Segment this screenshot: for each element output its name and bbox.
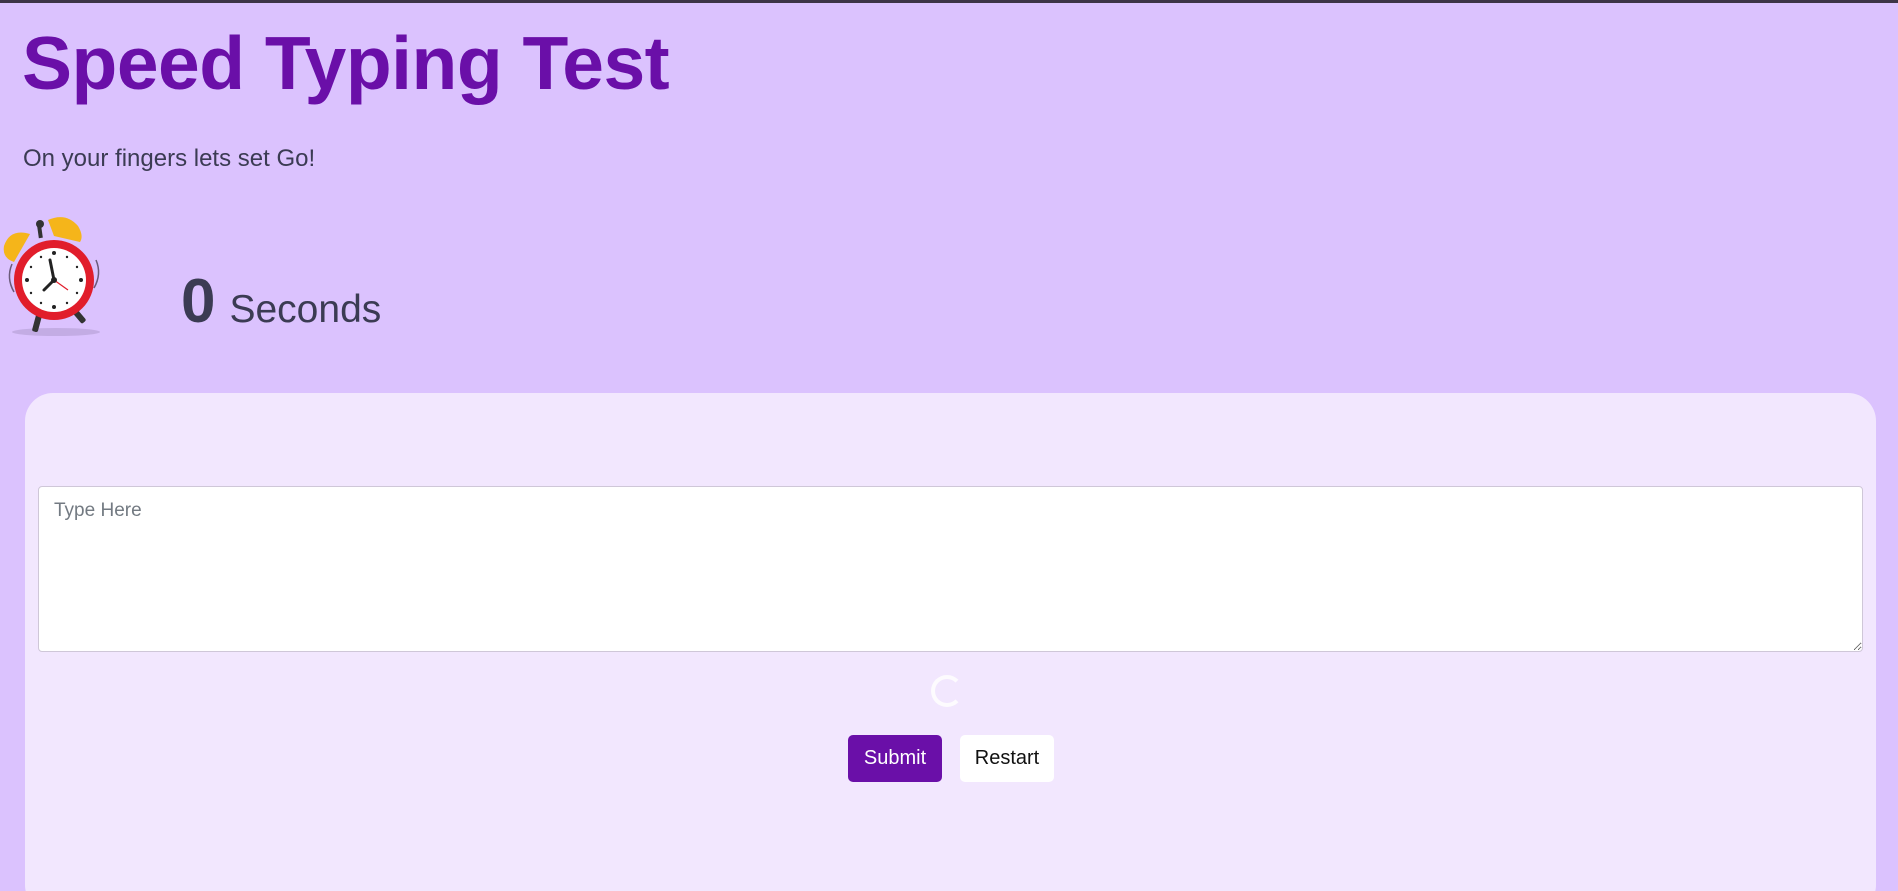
page-subtitle: On your fingers lets set Go! [23, 145, 316, 172]
page-title: Speed Typing Test [22, 21, 670, 105]
loading-spinner-icon [931, 675, 963, 707]
top-border [0, 0, 1898, 3]
restart-button[interactable]: Restart [960, 735, 1054, 782]
timer-display: 0 Seconds [181, 265, 381, 347]
timer-unit: Seconds [229, 288, 382, 331]
submit-button[interactable]: Submit [848, 735, 942, 782]
alarm-clock-icon [0, 208, 104, 340]
timer-value: 0 [181, 267, 216, 336]
typing-input[interactable] [38, 486, 1863, 652]
